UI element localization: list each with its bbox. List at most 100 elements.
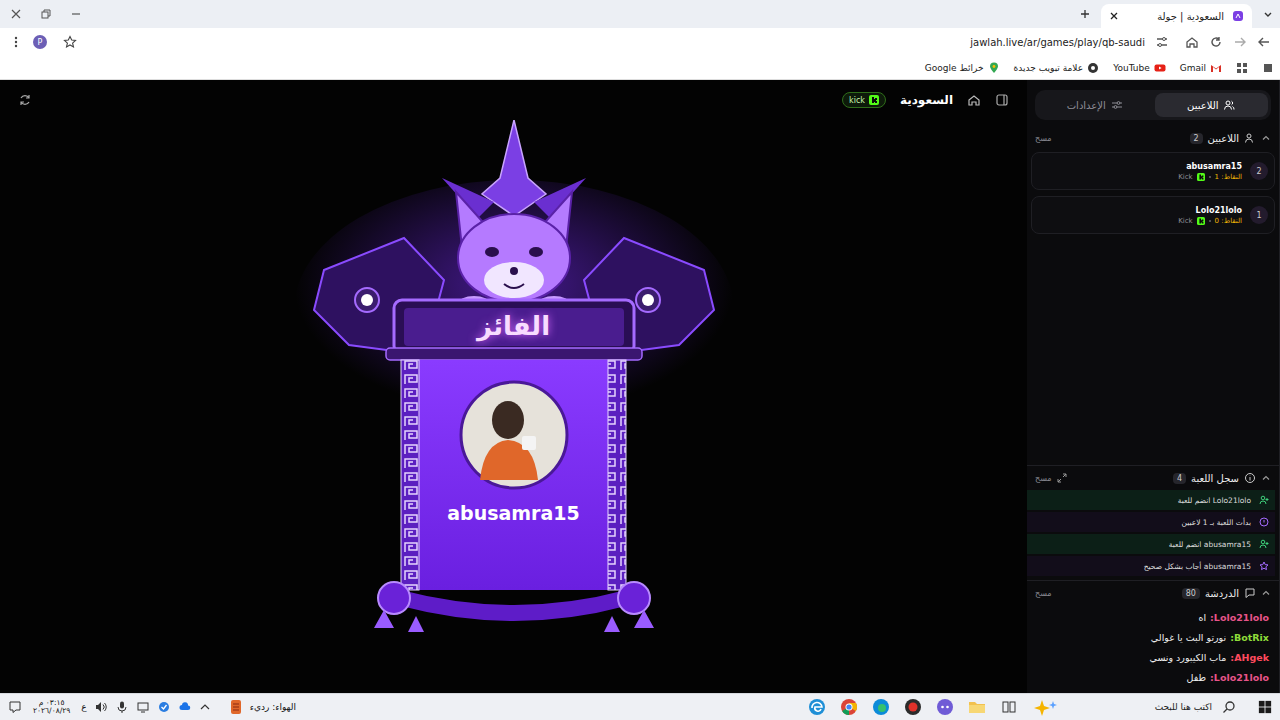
sidebar-tab[interactable]: اللاعبين: [1155, 93, 1269, 117]
globe-icon: [1087, 62, 1099, 74]
url-text[interactable]: jawlah.live/ar/games/play/qb-saudi: [970, 37, 1145, 48]
new-tab-icon[interactable]: [1079, 8, 1091, 20]
screen: السعودية | جولة jawlah.live/ar/games/pla…: [0, 0, 1280, 720]
edge-dev-app-icon[interactable]: [808, 698, 826, 716]
clear-button[interactable]: مسح: [1035, 474, 1052, 483]
count-badge: 2: [1190, 133, 1203, 144]
player-card[interactable]: 2 abusamra15 النقاط: 1 Kick: [1031, 152, 1275, 190]
bookmark[interactable]: علامة تبويب جديدة: [1014, 62, 1100, 74]
refresh-icon[interactable]: [18, 93, 32, 107]
game-start-icon: [1259, 517, 1269, 527]
player-points: النقاط: 1: [1215, 173, 1242, 181]
restore-window-icon[interactable]: [40, 8, 52, 20]
player-card[interactable]: 1 Lolo21lolo النقاط: 0 Kick: [1031, 196, 1275, 234]
microphone-icon[interactable]: [115, 700, 129, 714]
player-name: Lolo21lolo: [1178, 206, 1242, 215]
forward-icon[interactable]: [1257, 35, 1271, 49]
apps-grid-icon[interactable]: [1236, 62, 1248, 74]
player-name: abusamra15: [1178, 162, 1242, 171]
close-tab-icon[interactable]: [1109, 11, 1119, 21]
chrome-app-icon[interactable]: [840, 698, 858, 716]
sidebar-icon[interactable]: [1262, 62, 1274, 74]
bookmark[interactable]: YouTube: [1113, 62, 1166, 74]
users-icon: [1223, 99, 1235, 111]
clear-button[interactable]: مسح: [1035, 589, 1052, 598]
info-icon: [1244, 472, 1256, 484]
volume-icon[interactable]: [94, 700, 108, 714]
bookmark[interactable]: Gmail: [1180, 62, 1222, 74]
site-settings-icon[interactable]: [1155, 35, 1169, 49]
log-header: سجل اللعبة 4 مسح: [1027, 465, 1279, 490]
winner-title: الفائز: [294, 306, 734, 346]
log-entry: بدأت اللعبة بـ 1 لاعبين: [1027, 512, 1275, 532]
player-platform: Kick: [1178, 217, 1192, 225]
security-icon[interactable]: [157, 700, 171, 714]
chat-app-icon[interactable]: [936, 698, 954, 716]
task-view-icon[interactable]: [1000, 698, 1018, 716]
star-icon: [1259, 561, 1269, 571]
chat-header: الدردشة 80 مسح: [1027, 580, 1279, 605]
air-quality-icon: [228, 699, 244, 715]
home-icon[interactable]: [1185, 35, 1199, 49]
network-icon[interactable]: [136, 700, 150, 714]
sidebar: اللاعبين الإعدادات اللاعبين 2 مسح 2 abus…: [1027, 80, 1280, 693]
cloud-icon[interactable]: [178, 700, 192, 714]
chat-icon: [1244, 587, 1256, 599]
players-list: 2 abusamra15 النقاط: 1 Kick1 Lolo21lolo …: [1027, 150, 1279, 465]
expand-icon[interactable]: [1057, 473, 1067, 483]
browser-tab[interactable]: السعودية | جولة: [1101, 4, 1252, 28]
maps-pin-icon: [988, 62, 1000, 74]
game-log: Lolo21lolo انضم للعبة بدأت اللعبة بـ 1 ل…: [1027, 490, 1279, 580]
user-joined-icon: [1259, 495, 1269, 505]
player-platform: Kick: [1178, 173, 1192, 181]
show-hidden-icons-icon[interactable]: [199, 701, 211, 713]
tab-search-icon[interactable]: [1262, 8, 1274, 20]
site-favicon-icon: [1232, 10, 1244, 22]
profile-avatar[interactable]: P: [33, 35, 47, 49]
chat-message: BotRix: نورتو البث يا غوالي: [1037, 627, 1269, 647]
menu-icon[interactable]: [9, 35, 23, 49]
bookmark-star-icon[interactable]: [63, 35, 77, 49]
players-header: اللاعبين 2 مسح: [1027, 126, 1279, 150]
back-icon[interactable]: [1233, 35, 1247, 49]
panel-toggle-icon[interactable]: [995, 93, 1009, 107]
minimize-window-icon[interactable]: [70, 8, 82, 20]
edge-app-icon[interactable]: [872, 698, 890, 716]
page: السعودية kick الفائز abusamra15 اللاعبين…: [0, 80, 1280, 693]
count-badge: 4: [1173, 473, 1186, 484]
rank-badge: 2: [1250, 162, 1268, 180]
search-icon: [1222, 700, 1236, 714]
toolbar: jawlah.live/ar/games/play/qb-saudi P: [0, 28, 1280, 56]
file-explorer-icon[interactable]: [968, 698, 986, 716]
clock[interactable]: ٠٣:١٥ م٢٠٢٦/٠٨/٢٩: [29, 699, 74, 716]
reload-icon[interactable]: [1209, 35, 1223, 49]
game-area: السعودية kick الفائز abusamra15: [0, 80, 1027, 693]
home-icon[interactable]: [967, 93, 981, 107]
collapse-icon[interactable]: [1261, 473, 1271, 483]
collapse-icon[interactable]: [1261, 588, 1271, 598]
clear-button[interactable]: مسح: [1035, 134, 1052, 143]
copilot-icon[interactable]: [1032, 698, 1060, 716]
game-top-bar: السعودية kick: [0, 80, 1027, 120]
media-app-icon[interactable]: [904, 698, 922, 716]
notifications-icon[interactable]: [8, 700, 22, 714]
tab-strip: السعودية | جولة: [0, 0, 1280, 28]
weather[interactable]: الهواء: رديء: [228, 699, 296, 715]
log-entry: Lolo21lolo انضم للعبة: [1027, 490, 1275, 510]
user-joined-icon: [1259, 539, 1269, 549]
kick-logo-icon: [1197, 173, 1205, 181]
language-indicator[interactable]: ع: [81, 702, 86, 712]
windows-start-icon[interactable]: [1258, 700, 1272, 714]
window-controls: [6, 8, 82, 20]
sidebar-tab[interactable]: الإعدادات: [1038, 93, 1152, 117]
collapse-icon[interactable]: [1261, 133, 1271, 143]
log-entry: abusamra15 أجاب بشكل صحيح: [1027, 556, 1275, 576]
player-points: النقاط: 0: [1215, 217, 1242, 225]
kick-logo-icon: [869, 95, 879, 105]
close-window-icon[interactable]: [10, 8, 22, 20]
bookmark[interactable]: خرائط Google: [925, 62, 1000, 74]
log-entry: abusamra15 انضم للعبة: [1027, 534, 1275, 554]
winner-name: abusamra15: [294, 502, 734, 524]
address-bar[interactable]: jawlah.live/ar/games/play/qb-saudi: [57, 31, 1175, 53]
taskbar-search[interactable]: اكتب هنا للبحث: [1074, 696, 1244, 718]
